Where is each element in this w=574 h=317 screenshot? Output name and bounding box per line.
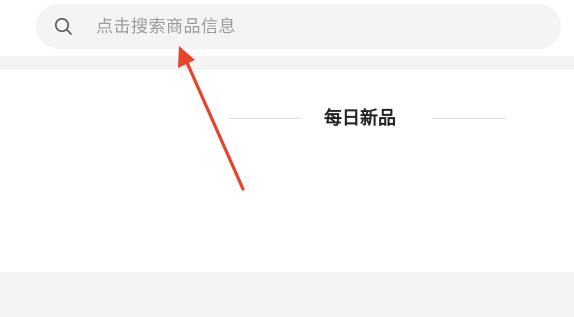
search-bar[interactable]: 点击搜索商品信息	[36, 4, 561, 49]
section-divider-band	[0, 56, 574, 70]
search-placeholder: 点击搜索商品信息	[96, 17, 236, 37]
header-left-line	[228, 118, 302, 119]
daily-new-section: 每日新品	[0, 70, 574, 272]
search-header: 点击搜索商品信息	[0, 0, 574, 56]
section-header: 每日新品	[0, 106, 574, 132]
bottom-band	[0, 272, 574, 317]
header-right-line	[432, 118, 506, 119]
section-title: 每日新品	[324, 108, 396, 129]
page: 点击搜索商品信息 每日新品	[0, 0, 574, 317]
search-icon	[55, 18, 72, 35]
